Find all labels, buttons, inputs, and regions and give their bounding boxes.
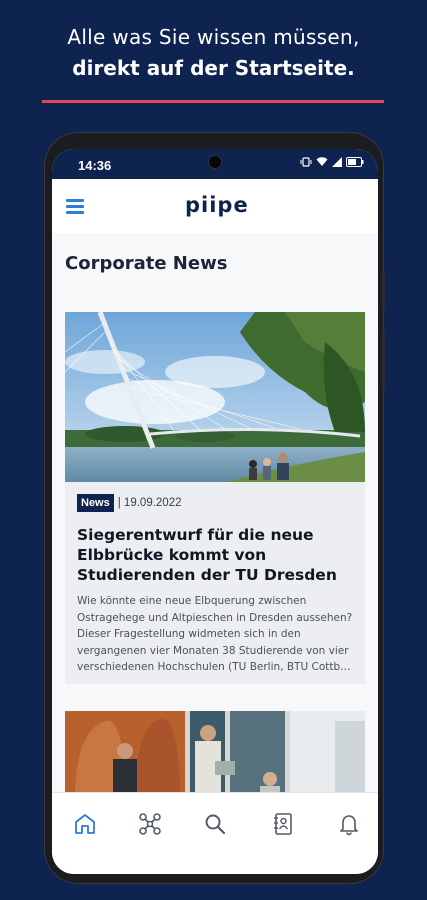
status-bar: 14:36 — [52, 149, 378, 179]
nav-notifications[interactable] — [336, 811, 362, 837]
nav-network[interactable] — [137, 811, 163, 837]
news-card-preview[interactable] — [65, 711, 365, 801]
news-card[interactable]: News | 19.09.2022 Siegerentwurf für die … — [65, 312, 365, 684]
article-title[interactable]: Siegerentwurf für die neue Elbbrücke kom… — [77, 525, 357, 585]
hamburger-menu-icon[interactable] — [66, 199, 84, 214]
promo-line-1: Alle was Sie wissen müssen, — [67, 25, 360, 49]
search-icon — [205, 814, 226, 835]
app-bar: piipe — [52, 179, 378, 233]
bottom-navigation — [52, 792, 378, 874]
promo-header: Alle was Sie wissen müssen, direkt auf d… — [0, 22, 427, 84]
promo-line-2: direkt auf der Startseite. — [72, 56, 355, 80]
wifi-icon — [316, 157, 328, 166]
teaser-line: vergangenen vier Monaten 38 Studierende … — [77, 644, 349, 657]
article-meta: News | 19.09.2022 — [77, 494, 182, 512]
battery-icon — [346, 157, 364, 167]
office-photo-image — [65, 711, 365, 801]
bell-icon — [340, 815, 358, 836]
article-teaser: Wie könnte eine neue Elbquerung zwischen… — [77, 593, 357, 676]
teaser-line: Wie könnte eine neue Elbquerung zwischen — [77, 595, 307, 607]
article-date: | 19.09.2022 — [117, 497, 182, 509]
category-badge: News — [77, 494, 114, 512]
phone-volume-button — [382, 270, 385, 310]
contacts-icon — [274, 813, 292, 835]
signal-icon — [332, 157, 342, 167]
camera-icon — [208, 155, 222, 169]
teaser-line: Dieser Fragestellung widmeten sich in de… — [77, 628, 301, 640]
phone-power-button — [382, 330, 385, 390]
phone-screen: 14:36 piipe Corporate News News | 19.09.… — [52, 149, 378, 874]
home-icon — [75, 814, 95, 834]
app-logo: piipe — [185, 193, 249, 217]
teaser-line: verschiedenen Hochschulen (TU Berlin, BT… — [77, 661, 357, 673]
section-title: Corporate News — [65, 253, 228, 274]
promo-divider — [42, 100, 384, 103]
status-icons — [300, 157, 364, 167]
nav-home[interactable] — [72, 811, 98, 837]
status-time: 14:36 — [78, 158, 112, 173]
vibrate-icon — [300, 157, 312, 167]
teaser-line: Ostragehege und Altpieschen in Dresden a… — [77, 611, 353, 624]
feed-content[interactable]: Corporate News News | 19.09.2022 Siegere… — [52, 233, 378, 801]
network-icon — [139, 813, 161, 835]
bridge-rendering-image — [65, 312, 365, 482]
nav-contacts[interactable] — [270, 811, 296, 837]
nav-search[interactable] — [202, 811, 228, 837]
